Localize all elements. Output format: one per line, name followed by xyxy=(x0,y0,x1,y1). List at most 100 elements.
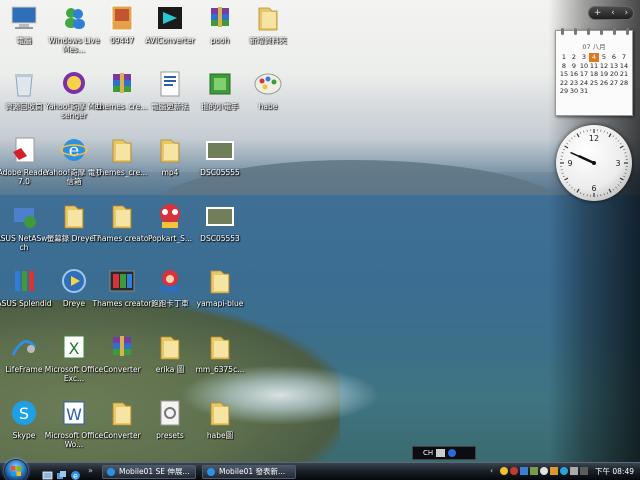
add-gadget-button[interactable]: + xyxy=(594,8,602,18)
adobe-reader-icon xyxy=(8,134,40,166)
desktop-icon-label: habe圖 xyxy=(206,431,234,440)
calendar-day: 22 xyxy=(559,78,569,87)
internet-explorer-icon: e xyxy=(58,134,90,166)
desktop-icon[interactable]: DSC05553 xyxy=(190,198,250,260)
aviconverter-icon xyxy=(154,2,186,34)
switch-windows-icon[interactable] xyxy=(56,466,67,479)
calendar-day: 2 xyxy=(571,53,577,61)
calendar-day: 24 xyxy=(579,78,589,87)
calendar-day: 11 xyxy=(589,61,599,70)
calendar-gadget[interactable]: 07 八月 1 2 3 4 5 6 7 8 9 10 11 12 13 14 15 16 17 18 19 20 21 2… xyxy=(555,28,634,116)
folder-icon xyxy=(106,397,138,429)
language-indicator[interactable]: CH xyxy=(423,449,433,457)
calendar-day: 27 xyxy=(609,78,619,87)
desktop-icon[interactable]: 新增資料夾 xyxy=(238,0,298,62)
clock-face: 12 3 6 9 xyxy=(560,129,628,197)
clock-gadget[interactable]: 12 3 6 9 xyxy=(556,125,632,201)
svg-text:9: 9 xyxy=(567,159,572,168)
calendar-day: 13 xyxy=(609,61,619,70)
calendar-month-title: 07 八月 xyxy=(582,43,606,51)
desktop-icon[interactable]: habe圖 xyxy=(190,395,250,457)
desktop-icon[interactable]: mm_6375c... xyxy=(190,329,250,391)
volume-tray-icon[interactable] xyxy=(550,467,558,475)
winrar-icon xyxy=(106,68,138,100)
tray-expand-icon[interactable]: ‹ xyxy=(490,466,493,475)
image-file-icon xyxy=(106,2,138,34)
calendar-day: 12 xyxy=(599,61,609,70)
bluetooth-tray-icon[interactable] xyxy=(520,467,528,475)
svg-text:12: 12 xyxy=(589,134,599,143)
themes-creator-icon xyxy=(106,265,138,297)
desktop-icon-label: mm_6375c... xyxy=(195,365,245,374)
recycle-bin-icon xyxy=(8,68,40,100)
messenger-tray-icon[interactable] xyxy=(500,467,508,475)
calendar-day: 16 xyxy=(569,70,579,78)
calendar-day xyxy=(589,87,599,96)
calendar-day: 4 xyxy=(589,53,599,62)
taskbar-button-1-label: Mobile01 SE 伸展... xyxy=(119,467,190,476)
calendar-day: 19 xyxy=(599,70,609,78)
internet-explorer-icon[interactable]: e xyxy=(70,466,81,480)
start-button[interactable] xyxy=(4,459,28,480)
excel-icon: X xyxy=(58,331,90,363)
calendar-day: 20 xyxy=(609,70,619,78)
folder-icon xyxy=(58,200,90,232)
desktop-icon-label: habe xyxy=(258,102,278,111)
calendar-day: 9 xyxy=(571,61,577,70)
speaker-tray-icon[interactable] xyxy=(570,467,578,475)
green-app-icon xyxy=(204,68,236,100)
folder-icon xyxy=(154,134,186,166)
folder-icon xyxy=(106,134,138,166)
svg-text:6: 6 xyxy=(591,184,596,193)
svg-text:e: e xyxy=(69,140,80,161)
skype-tray-icon[interactable] xyxy=(560,467,568,475)
taskbar-clock[interactable]: 下午 08:49 xyxy=(595,466,634,477)
calendar-day: 6 xyxy=(611,53,617,61)
language-bar[interactable]: CH xyxy=(412,446,476,460)
show-desktop-icon[interactable] xyxy=(42,466,53,480)
kartrider-icon xyxy=(154,265,186,297)
quicklaunch-overflow-icon[interactable]: » xyxy=(88,466,99,477)
system-tray: ‹ 下午 08:49 xyxy=(488,463,640,480)
windows-logo-icon xyxy=(11,466,21,476)
app-tray-icon[interactable] xyxy=(510,467,518,475)
calendar-day: 31 xyxy=(579,87,589,95)
photo-icon xyxy=(204,134,236,166)
taskbar-button-1[interactable]: Mobile01 SE 伸展... xyxy=(102,465,196,479)
svg-text:e: e xyxy=(73,472,78,480)
safely-remove-tray-icon[interactable] xyxy=(580,467,588,475)
folder-icon xyxy=(204,331,236,363)
desktop-icon[interactable]: DSC05555 xyxy=(190,132,250,194)
prev-gadget-button[interactable]: ‹ xyxy=(611,8,615,18)
asus-switch-icon xyxy=(8,200,40,232)
sidebar-controls[interactable]: + ‹ › xyxy=(588,6,634,20)
svg-text:3: 3 xyxy=(615,159,620,168)
computer-icon xyxy=(8,2,40,34)
asus-splendid-icon xyxy=(8,265,40,297)
desktop-icon-label: 新增資料夾 xyxy=(249,36,287,45)
folder-icon xyxy=(106,200,138,232)
desktop-icon-label: yamapi-blue xyxy=(196,299,244,308)
folder-icon xyxy=(252,2,284,34)
svg-text:W: W xyxy=(66,405,82,424)
calendar-day: 18 xyxy=(589,70,599,78)
help-icon[interactable] xyxy=(448,449,457,457)
calendar-day: 5 xyxy=(601,53,607,61)
word-icon: W xyxy=(58,397,90,429)
calendar-rings xyxy=(556,28,634,36)
network-tray-icon[interactable] xyxy=(530,467,538,475)
folder-icon xyxy=(204,397,236,429)
power-tray-icon[interactable] xyxy=(540,467,548,475)
next-gadget-button[interactable]: › xyxy=(624,8,628,18)
ie-icon xyxy=(106,467,116,477)
calendar-day: 1 xyxy=(561,53,567,61)
desktop-icon[interactable]: yamapi-blue xyxy=(190,263,250,325)
desktop-icon[interactable]: habe xyxy=(238,66,298,128)
winrar-icon xyxy=(106,331,138,363)
ie-icon xyxy=(206,467,216,477)
ime-icon[interactable] xyxy=(436,449,446,457)
taskbar-button-2[interactable]: Mobile01 發表新... xyxy=(202,465,296,479)
calendar-day: 10 xyxy=(579,61,589,70)
taskbar-button-2-label: Mobile01 發表新... xyxy=(219,467,286,476)
folder-icon xyxy=(204,265,236,297)
